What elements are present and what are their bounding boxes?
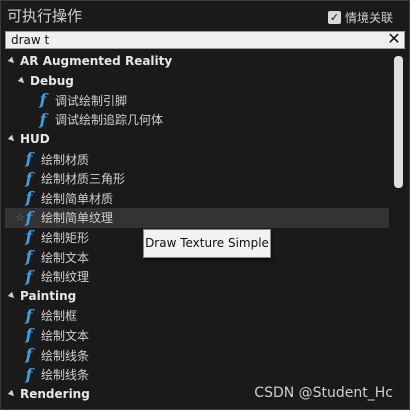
tree-item[interactable]: f 绘制材质三角形 bbox=[5, 169, 389, 189]
function-icon: f bbox=[25, 188, 33, 208]
expand-triangle-icon[interactable] bbox=[7, 56, 17, 66]
function-icon: f bbox=[25, 168, 33, 188]
tree-label: 绘制材质 bbox=[41, 152, 90, 167]
tree-category[interactable]: HUD bbox=[5, 129, 389, 149]
tree-label: 绘制线条 bbox=[41, 368, 90, 383]
tree-label: 绘制线条 bbox=[41, 348, 90, 363]
action-panel: 可执行操作 ✓ 情境关联 ✕ AR Augmented Reality Debug… bbox=[0, 0, 410, 410]
tree-label: 绘制简单材质 bbox=[41, 191, 114, 206]
expand-triangle-icon[interactable] bbox=[7, 291, 17, 301]
tree-label: 绘制文本 bbox=[41, 328, 90, 343]
expand-triangle-icon[interactable] bbox=[17, 76, 27, 85]
tree-label: 绘制简单纹理 bbox=[41, 211, 114, 226]
expand-triangle-icon[interactable] bbox=[7, 135, 17, 144]
tree-item[interactable]: f 绘制纹理 bbox=[5, 267, 389, 287]
function-icon: f bbox=[25, 305, 33, 325]
context-sensitive-toggle[interactable]: ✓ 情境关联 bbox=[327, 9, 393, 25]
context-label: 情境关联 bbox=[344, 10, 393, 25]
tree-item[interactable]: f 调试绘制追踪几何体 bbox=[5, 110, 389, 130]
tree-item[interactable]: f 绘制线条 bbox=[5, 345, 389, 365]
tree-label: Rendering bbox=[20, 387, 90, 402]
tree-label: 绘制矩形 bbox=[41, 230, 90, 245]
tree-item[interactable]: f 绘制线条 bbox=[5, 365, 389, 385]
tree-label: HUD bbox=[20, 132, 50, 147]
tree-item[interactable]: f 绘制文本 bbox=[5, 325, 389, 345]
function-icon: f bbox=[25, 345, 33, 364]
tree-item[interactable]: f 调试绘制引脚 bbox=[5, 90, 389, 110]
tooltip: Draw Texture Simple bbox=[143, 229, 271, 258]
close-icon[interactable]: ✕ bbox=[386, 31, 402, 47]
tree-item[interactable]: f 绘制框 bbox=[5, 306, 389, 326]
function-icon: f bbox=[25, 149, 33, 168]
function-icon: f bbox=[25, 266, 33, 286]
tree-item[interactable]: f 绘制材质 bbox=[5, 149, 389, 169]
tree-category[interactable]: Debug bbox=[5, 71, 389, 91]
context-checkbox[interactable]: ✓ bbox=[327, 10, 341, 24]
tree-category[interactable]: AR Augmented Reality bbox=[5, 51, 389, 71]
tree-label: AR Augmented Reality bbox=[20, 54, 173, 68]
panel-title: 可执行操作 bbox=[7, 7, 83, 25]
tree-item[interactable]: f 绘制简单材质 bbox=[5, 188, 389, 208]
tree-label: 绘制纹理 bbox=[41, 270, 90, 285]
checkmark-icon: ✓ bbox=[329, 10, 340, 24]
tree-label: 调试绘制追踪几何体 bbox=[55, 113, 164, 128]
expand-triangle-icon[interactable] bbox=[7, 389, 17, 399]
watermark: CSDN @Student_Hc bbox=[254, 385, 393, 401]
tree-label: Debug bbox=[30, 73, 74, 88]
function-icon: f bbox=[39, 90, 47, 110]
tree-category[interactable]: Painting bbox=[5, 286, 389, 306]
tree-label: 绘制文本 bbox=[41, 250, 90, 265]
tree-label: 绘制框 bbox=[41, 309, 78, 324]
tree-label: 调试绘制引脚 bbox=[55, 93, 128, 108]
function-icon: f bbox=[25, 247, 33, 266]
tree-label: Painting bbox=[20, 289, 77, 304]
search-input[interactable] bbox=[11, 32, 381, 48]
search-box[interactable]: ✕ bbox=[5, 31, 405, 49]
function-icon: f bbox=[25, 364, 33, 384]
tree-item[interactable]: ☆ f 绘制简单纹理 bbox=[5, 207, 389, 228]
scrollbar-thumb[interactable] bbox=[394, 56, 403, 188]
function-icon: f bbox=[25, 227, 33, 247]
favorite-star-icon[interactable]: ☆ bbox=[15, 211, 25, 224]
function-icon: f bbox=[39, 109, 47, 129]
function-icon: f bbox=[25, 325, 33, 345]
tree-label: 绘制材质三角形 bbox=[41, 172, 126, 187]
panel-header: 可执行操作 ✓ 情境关联 bbox=[1, 1, 409, 31]
